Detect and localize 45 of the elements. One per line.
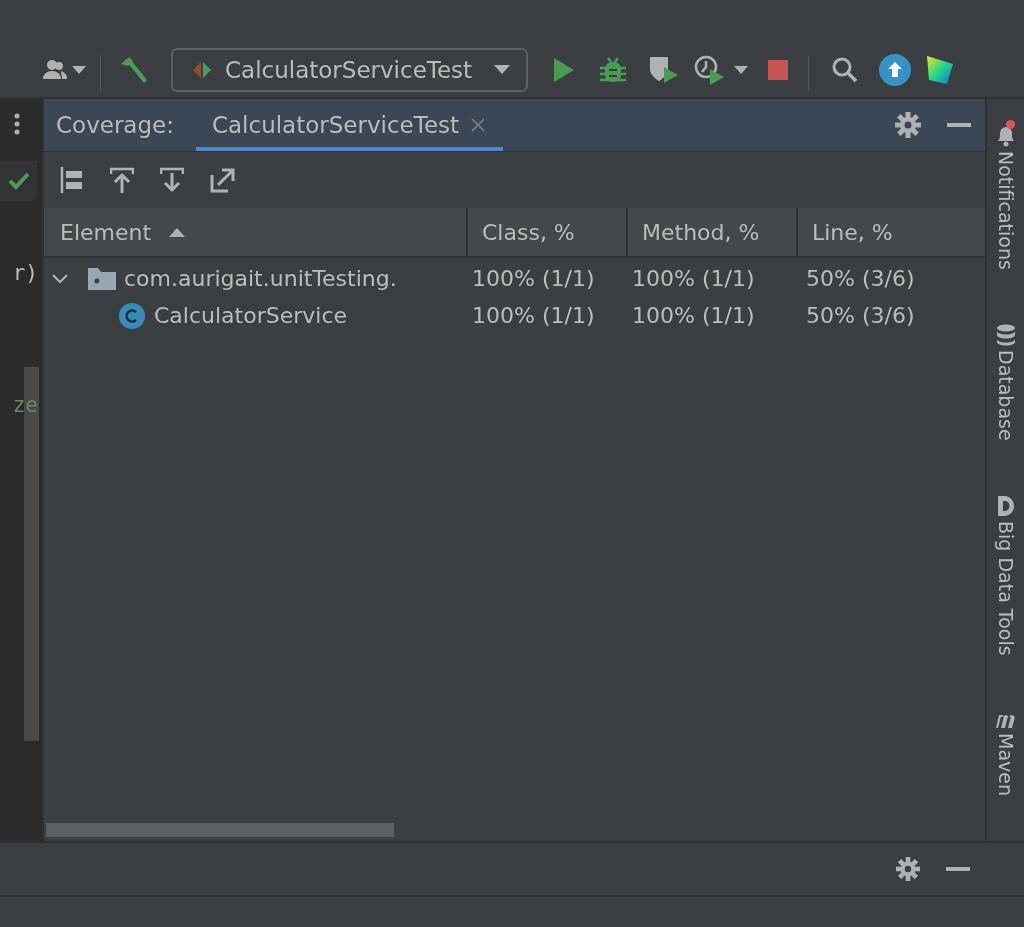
panel-title: Coverage: xyxy=(56,112,174,138)
flatten-packages-icon[interactable] xyxy=(60,167,84,193)
table-cell-text: 100% (1/1) xyxy=(631,303,756,328)
test-config-icon xyxy=(191,59,213,80)
code-text: r) xyxy=(12,261,38,285)
run-icon[interactable] xyxy=(554,57,575,82)
folder-icon xyxy=(88,267,116,290)
settings-icon[interactable] xyxy=(896,857,920,881)
table-cell-text: 50% (3/6) xyxy=(805,266,916,291)
element-name[interactable]: CalculatorService xyxy=(154,303,348,328)
column-header[interactable]: Line, % xyxy=(796,208,984,256)
table-cell-text: 100% (1/1) xyxy=(471,266,596,291)
stop-icon[interactable] xyxy=(768,59,789,80)
caret-icon xyxy=(494,65,511,74)
database-icon xyxy=(995,323,1016,346)
users-icon[interactable] xyxy=(42,57,68,82)
table-cell-text: 100% (1/1) xyxy=(471,303,596,328)
coverage-tab[interactable]: CalculatorServiceTest xyxy=(195,99,504,151)
tool-window-button[interactable]: Notifications xyxy=(994,123,1017,270)
code-text: ze xyxy=(12,393,38,417)
table-cell-text: 100% (1/1) xyxy=(631,266,756,291)
class-icon xyxy=(118,301,146,330)
table-cell-text: 50% (3/6) xyxy=(805,303,916,328)
more-icon[interactable] xyxy=(14,113,20,135)
collapse-chevron-icon[interactable] xyxy=(52,273,68,284)
import-icon[interactable] xyxy=(110,167,134,193)
column-header[interactable]: Method, % xyxy=(626,208,796,256)
tool-window-button[interactable]: Big Data Tools xyxy=(994,494,1017,656)
column-header[interactable]: Class, % xyxy=(466,208,626,256)
caret-icon[interactable] xyxy=(72,65,86,74)
run-configuration-dropdown[interactable]: CalculatorServiceTest xyxy=(171,47,529,92)
search-icon[interactable] xyxy=(831,55,860,84)
column-header[interactable]: Element xyxy=(44,208,466,256)
caret-icon[interactable] xyxy=(734,65,749,74)
export-icon[interactable] xyxy=(160,167,184,193)
bug-icon[interactable] xyxy=(600,55,627,84)
upload-icon[interactable] xyxy=(879,53,912,86)
scrollbar-thumb[interactable] xyxy=(46,823,394,837)
tool-window-button[interactable]: Database xyxy=(994,323,1017,441)
d-letter-icon xyxy=(995,494,1016,517)
settings-icon[interactable] xyxy=(895,112,921,138)
external-link-icon[interactable] xyxy=(210,167,236,193)
tool-window-button[interactable]: Maven xyxy=(992,709,1019,797)
element-name[interactable]: com.aurigait.unitTesting. xyxy=(124,266,397,291)
hammer-icon[interactable] xyxy=(119,55,149,84)
